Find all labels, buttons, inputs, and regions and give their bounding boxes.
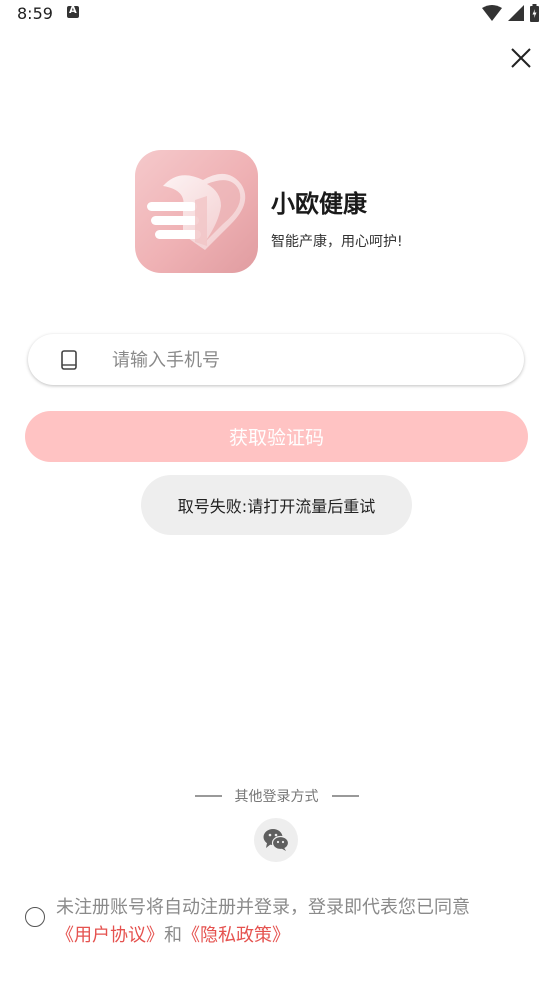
other-login-label: 其他登录方式 [234, 789, 319, 805]
app-slogan: 智能产康，用心呵护! [271, 234, 403, 250]
battery-icon [530, 4, 539, 22]
phone-field[interactable] [28, 334, 524, 385]
wechat-login-button[interactable] [254, 818, 298, 862]
phone-input[interactable] [110, 342, 494, 378]
wechat-icon [263, 829, 289, 851]
phone-icon [61, 350, 77, 370]
toast-message: 取号失败:请打开流量后重试 [141, 475, 412, 535]
status-icons [482, 4, 539, 22]
agreement-text: 未注册账号将自动注册并登录，登录即代表您已同意 《用户协议》和《隐私政策》 [56, 894, 526, 950]
notification-a-icon [67, 5, 79, 18]
agreement-and: 和 [164, 925, 182, 946]
wifi-icon [482, 5, 502, 21]
get-code-button[interactable]: 获取验证码 [25, 411, 528, 462]
user-agreement-link[interactable]: 《用户协议》 [56, 925, 164, 946]
app-title: 小欧健康 [271, 190, 367, 218]
close-button[interactable] [506, 43, 536, 73]
other-login-divider: 其他登录方式 [0, 786, 553, 806]
close-icon [511, 48, 531, 68]
divider-line-right [331, 795, 359, 797]
heart-logo-icon [147, 173, 246, 250]
app-logo [135, 150, 258, 273]
agreement-statement: 未注册账号将自动注册并登录，登录即代表您已同意 [56, 897, 470, 918]
get-code-label: 获取验证码 [228, 427, 324, 449]
divider-line-left [194, 795, 222, 797]
privacy-policy-link[interactable]: 《隐私政策》 [182, 925, 290, 946]
signal-icon [508, 5, 524, 21]
agree-checkbox[interactable] [25, 907, 45, 927]
status-time: 8:59 [17, 4, 53, 23]
toast-text: 取号失败:请打开流量后重试 [177, 497, 376, 516]
status-bar: 8:59 [0, 0, 553, 28]
